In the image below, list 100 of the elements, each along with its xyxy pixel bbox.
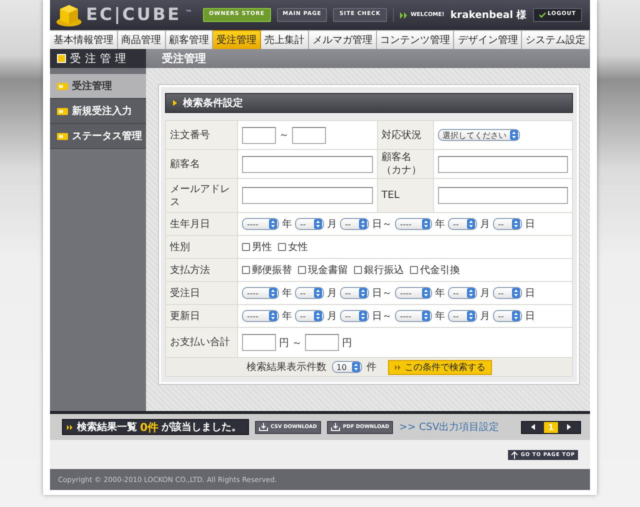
nav-tab[interactable]: 基本情報管理 xyxy=(50,30,118,49)
unit-label: 年 xyxy=(435,310,445,323)
user-name: krakenbeal 様 xyxy=(450,8,527,22)
dropdown[interactable]: -- xyxy=(340,287,369,299)
download-icon xyxy=(258,423,268,431)
stepper-icon xyxy=(269,311,277,321)
dropdown[interactable]: ---- xyxy=(242,310,279,322)
chevron-icon xyxy=(66,424,74,430)
field-label: 顧客名（カナ） xyxy=(377,150,433,178)
unit-label: 日 xyxy=(525,218,535,231)
checkbox[interactable] xyxy=(242,266,250,274)
stepper-icon xyxy=(352,362,360,372)
checkbox[interactable] xyxy=(242,243,250,251)
dropdown[interactable]: -- xyxy=(295,310,324,322)
option-label: 女性 xyxy=(288,240,308,254)
tag-icon xyxy=(57,82,68,90)
nav-tab[interactable]: デザイン管理 xyxy=(454,30,522,49)
tag-icon xyxy=(57,132,68,140)
stepper-icon xyxy=(314,288,322,298)
cube-icon xyxy=(56,3,82,27)
stepper-icon xyxy=(510,130,518,140)
unit-label: 円 xyxy=(342,336,352,350)
stepper-icon xyxy=(359,219,367,229)
stepper-icon xyxy=(512,288,520,298)
range-separator: ～ xyxy=(279,129,289,142)
dropdown[interactable]: ---- xyxy=(242,218,279,230)
search-button[interactable]: この条件で検索する xyxy=(388,360,492,374)
dropdown[interactable]: ---- xyxy=(395,218,432,230)
unit-label: 年 xyxy=(282,310,292,323)
input-field[interactable] xyxy=(438,156,568,172)
input-field[interactable] xyxy=(438,187,568,204)
checkbox[interactable] xyxy=(278,243,286,251)
checkbox[interactable] xyxy=(354,266,362,274)
download-icon xyxy=(330,423,340,431)
input-field[interactable] xyxy=(242,126,276,144)
result-text: が該当しました。 xyxy=(162,420,242,434)
checkbox[interactable] xyxy=(410,266,418,274)
dropdown[interactable]: -- xyxy=(295,218,324,230)
unit-label: 日～ xyxy=(372,287,392,300)
input-field[interactable] xyxy=(292,126,326,144)
field-label: 注文番号 xyxy=(166,120,238,150)
dropdown[interactable]: -- xyxy=(448,287,477,299)
unit-label: 日～ xyxy=(372,310,392,323)
triangle-icon xyxy=(173,100,177,106)
nav-tab[interactable]: 商品管理 xyxy=(118,30,166,49)
nav-tab[interactable]: コンテンツ管理 xyxy=(376,30,454,49)
unit-label: 月 xyxy=(480,218,490,231)
unit-label: 月 xyxy=(327,287,337,300)
dropdown[interactable]: 選択してください xyxy=(438,129,520,141)
nav-tab[interactable]: システム設定 xyxy=(522,30,590,49)
logo: EC|CUBE xyxy=(86,6,182,24)
field-label: 生年月日 xyxy=(166,212,238,236)
dropdown[interactable]: -- xyxy=(448,218,477,230)
dropdown[interactable]: -- xyxy=(295,287,324,299)
nav-tab[interactable]: 売上集計 xyxy=(261,30,309,49)
field-label: 顧客名 xyxy=(166,150,238,178)
stepper-icon xyxy=(512,311,520,321)
stepper-icon xyxy=(269,219,277,229)
dropdown[interactable]: ---- xyxy=(395,310,432,322)
input-field[interactable] xyxy=(242,334,276,351)
nav-tab[interactable]: 受注管理 xyxy=(213,30,262,49)
sidebar-item[interactable]: 受注管理 xyxy=(50,74,146,99)
count-unit: 件 xyxy=(366,361,376,374)
nav-tab[interactable]: 顧客管理 xyxy=(166,30,214,49)
unit-label: 年 xyxy=(282,287,292,300)
dropdown[interactable]: -- xyxy=(340,218,369,230)
unit-label: 月 xyxy=(327,310,337,323)
field-label: 性別 xyxy=(166,236,238,258)
nav-tab[interactable]: メルマガ管理 xyxy=(308,30,377,49)
result-label: 検索結果一覧 xyxy=(77,420,137,434)
stepper-icon xyxy=(314,219,322,229)
dropdown[interactable]: 10 xyxy=(332,361,362,373)
option-label: 郵便振替 xyxy=(252,264,292,277)
field-label: 支払方法 xyxy=(166,258,238,282)
option-label: 現金書留 xyxy=(308,264,348,277)
unit-label: 日 xyxy=(525,287,535,300)
unit-label: 日～ xyxy=(372,218,392,231)
option-label: 代金引換 xyxy=(420,264,460,277)
dropdown[interactable]: -- xyxy=(493,218,522,230)
tag-icon xyxy=(57,108,68,114)
dropdown[interactable]: -- xyxy=(493,287,522,299)
section-heading: 検索条件設定 xyxy=(183,96,243,110)
checkbox[interactable] xyxy=(298,266,306,274)
dropdown[interactable]: ---- xyxy=(242,287,279,299)
unit-label: 日 xyxy=(525,310,535,323)
dropdown[interactable]: -- xyxy=(448,310,477,322)
chevron-icon xyxy=(400,12,408,18)
field-label: 受注日 xyxy=(166,282,238,304)
page-title: 受注管理 xyxy=(162,51,206,66)
input-field[interactable] xyxy=(305,334,339,351)
input-field[interactable] xyxy=(242,156,372,172)
field-label: 対応状況 xyxy=(377,120,433,150)
dropdown[interactable]: ---- xyxy=(395,287,432,299)
dropdown[interactable]: -- xyxy=(493,310,522,322)
sidebar-item[interactable]: 新規受注入力 xyxy=(50,99,146,124)
sidebar-item[interactable]: ステータス管理 xyxy=(50,124,146,149)
dropdown[interactable]: -- xyxy=(340,310,369,322)
stepper-icon xyxy=(467,311,475,321)
field-label: TEL xyxy=(377,178,433,212)
input-field[interactable] xyxy=(242,187,372,204)
